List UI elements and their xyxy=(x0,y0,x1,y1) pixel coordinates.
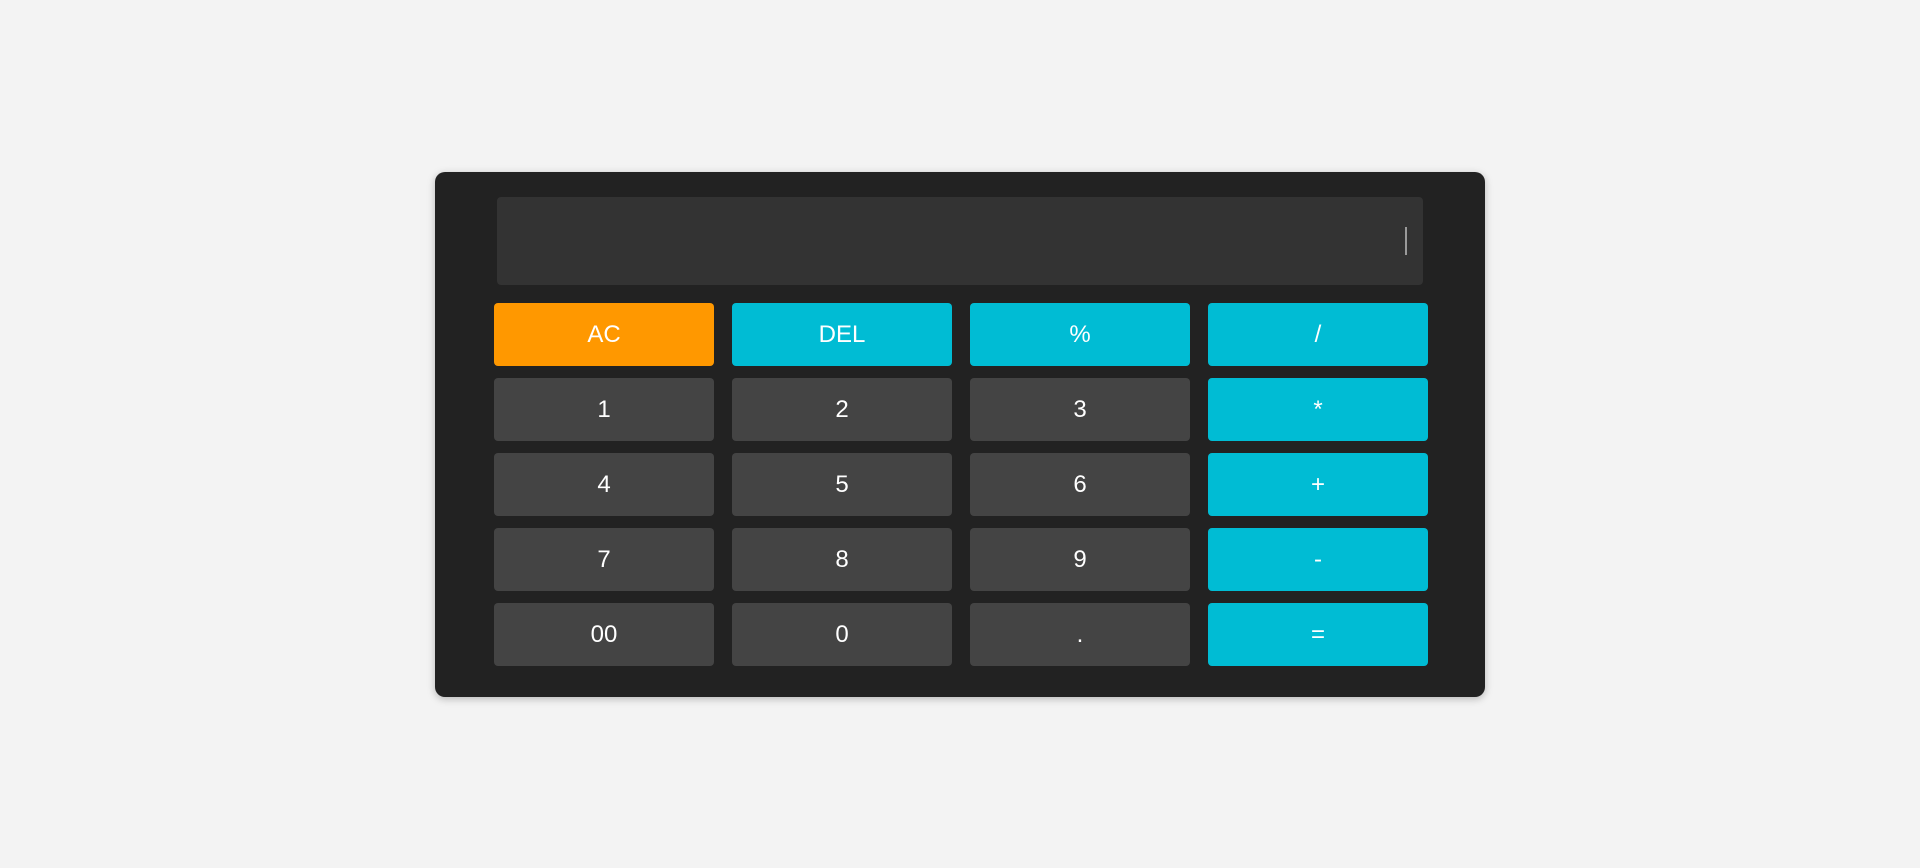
delete-button[interactable]: DEL xyxy=(732,303,952,366)
percent-button[interactable]: % xyxy=(970,303,1190,366)
display-field[interactable] xyxy=(497,197,1423,285)
digit-1-button[interactable]: 1 xyxy=(494,378,714,441)
text-cursor xyxy=(1405,227,1407,255)
digit-4-button[interactable]: 4 xyxy=(494,453,714,516)
digit-8-button[interactable]: 8 xyxy=(732,528,952,591)
all-clear-button[interactable]: AC xyxy=(494,303,714,366)
multiply-button[interactable]: * xyxy=(1208,378,1428,441)
equals-button[interactable]: = xyxy=(1208,603,1428,666)
minus-button[interactable]: - xyxy=(1208,528,1428,591)
digit-5-button[interactable]: 5 xyxy=(732,453,952,516)
double-zero-button[interactable]: 00 xyxy=(494,603,714,666)
digit-9-button[interactable]: 9 xyxy=(970,528,1190,591)
digit-6-button[interactable]: 6 xyxy=(970,453,1190,516)
plus-button[interactable]: + xyxy=(1208,453,1428,516)
digit-0-button[interactable]: 0 xyxy=(732,603,952,666)
digit-7-button[interactable]: 7 xyxy=(494,528,714,591)
calculator: AC DEL % / 1 2 3 * 4 5 6 + 7 8 9 - 00 0 … xyxy=(435,172,1485,697)
divide-button[interactable]: / xyxy=(1208,303,1428,366)
digit-3-button[interactable]: 3 xyxy=(970,378,1190,441)
decimal-point-button[interactable]: . xyxy=(970,603,1190,666)
digit-2-button[interactable]: 2 xyxy=(732,378,952,441)
keypad: AC DEL % / 1 2 3 * 4 5 6 + 7 8 9 - 00 0 … xyxy=(494,303,1428,666)
